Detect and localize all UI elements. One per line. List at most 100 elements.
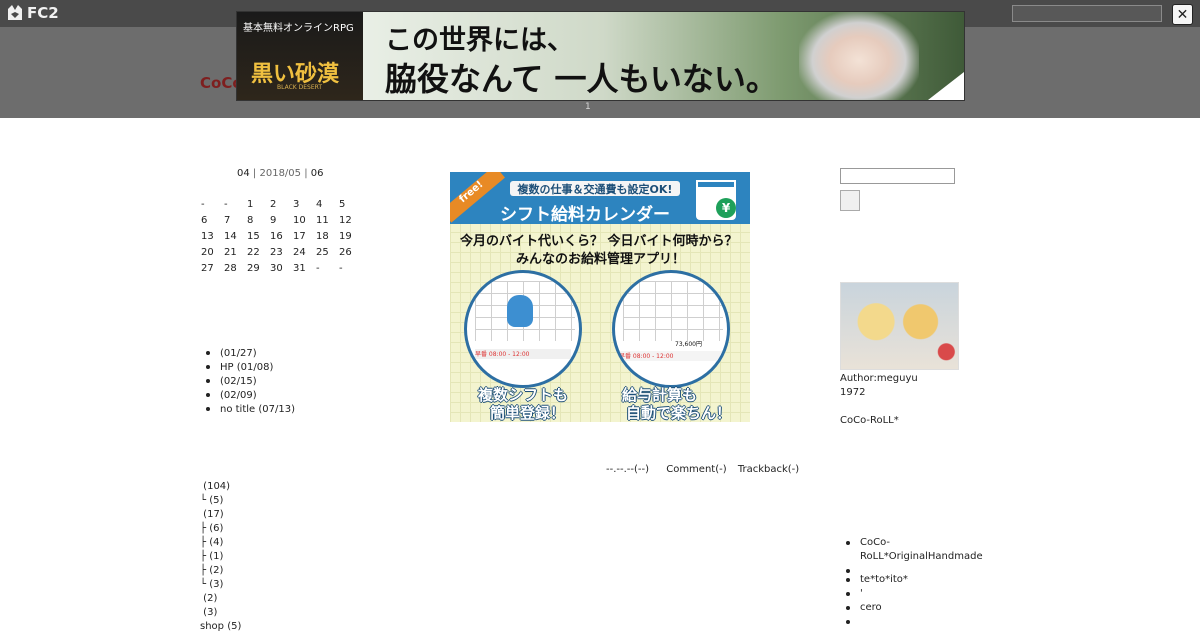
ad-title: シフト給料カレンダー xyxy=(500,205,670,225)
link-label: cero xyxy=(860,602,882,613)
recent-entry-item[interactable]: (02/15) xyxy=(206,374,295,388)
shift-bar: 早番 08:00 - 12:00 xyxy=(619,351,723,361)
category-item[interactable]: └ (5) xyxy=(200,495,241,509)
calendar-nav: 04 | 2018/05 | 06 xyxy=(237,168,324,179)
fc2-logo-text: FC2 xyxy=(27,4,59,22)
link-item[interactable]: ' xyxy=(846,587,990,601)
bullet-icon xyxy=(846,578,850,582)
free-tag: free! xyxy=(450,172,505,223)
calendar-day: 20 xyxy=(201,247,214,258)
link-item[interactable] xyxy=(846,615,990,624)
link-item[interactable]: cero xyxy=(846,601,990,615)
calendar-day: 11 xyxy=(316,215,329,226)
link-item[interactable]: te*to*ito* xyxy=(846,573,990,587)
category-item[interactable]: ├ (1) xyxy=(200,551,241,565)
calendar-day: 14 xyxy=(224,231,237,242)
calendar-day: - xyxy=(339,263,343,274)
calendar-day: 29 xyxy=(247,263,260,274)
category-item[interactable]: (104) xyxy=(200,481,241,495)
calendar-day: 7 xyxy=(224,215,231,226)
recent-entry-item[interactable]: (02/09) xyxy=(206,388,295,402)
calendar-icon: ¥ xyxy=(696,180,736,220)
calendar-week: 27 28 29 30 31- - xyxy=(201,263,362,279)
blog-search-button[interactable] xyxy=(840,190,860,211)
recent-entry-label: (02/15) xyxy=(220,375,257,387)
fc2-fox-icon xyxy=(8,5,22,20)
recent-entry-item[interactable]: no title (07/13) xyxy=(206,402,295,416)
calendar-day: 24 xyxy=(293,247,306,258)
category-item[interactable]: ├ (2) xyxy=(200,565,241,579)
calendar-day: 3 xyxy=(293,199,300,210)
calendar-day: 31 xyxy=(293,263,306,274)
bullet-icon xyxy=(206,365,210,369)
recent-entry-label: HP (01/08) xyxy=(220,361,274,373)
category-item[interactable]: (2) xyxy=(200,593,241,607)
close-icon: ✕ xyxy=(1176,6,1189,23)
calendar-current-month: 2018/05 xyxy=(259,168,302,179)
calendar-day: 26 xyxy=(339,247,352,258)
link-item[interactable]: CoCo-RoLL*OriginalHandmade xyxy=(846,536,990,564)
ad-banner[interactable]: 基本無料オンラインRPG 黒い砂漠 BLACK DESERT この世界には、 脇… xyxy=(236,11,965,101)
category-list: (104) └ (5) (17) ├ (6) ├ (4) ├ (1) ├ (2) └ (3)… xyxy=(200,481,241,635)
category-item[interactable]: ├ (6) xyxy=(200,523,241,537)
ad-feature-left-line2: 簡単登録！ xyxy=(490,404,566,422)
calendar-day: - xyxy=(316,263,320,274)
bullet-icon xyxy=(846,569,850,573)
yen-icon: ¥ xyxy=(716,198,736,218)
calendar-day: 15 xyxy=(247,231,260,242)
author-avatar xyxy=(840,282,959,370)
bullet-icon xyxy=(846,620,850,624)
author-blog-name: CoCo-RoLL* xyxy=(840,415,899,426)
calendar-day: 17 xyxy=(293,231,306,242)
ad-banner-corner-fold xyxy=(928,72,964,100)
ad-circle-calculate: 73,600円 早番 08:00 - 12:00 xyxy=(612,270,730,388)
mini-calendar-grid xyxy=(623,281,723,341)
post-meta: --.--.--(--) Comment(-) Trackback(-) xyxy=(606,464,813,475)
tap-hand-icon xyxy=(507,295,533,327)
category-item[interactable]: (3) xyxy=(200,607,241,621)
link-label xyxy=(860,564,990,573)
link-item[interactable] xyxy=(846,564,990,573)
author-profile: Author:meguyu 1972 CoCo-RoLL* xyxy=(840,372,918,428)
calendar-day: - xyxy=(201,199,205,210)
fc2-search-input[interactable] xyxy=(1012,5,1162,22)
trackback-link[interactable]: Trackback(-) xyxy=(738,464,799,475)
author-name: Author:meguyu xyxy=(840,373,918,384)
ad-banner-character-image xyxy=(799,12,919,100)
shift-calendar-ad[interactable]: free! 複数の仕事＆交通費も設定OK! シフト給料カレンダー ¥ 今月のバイ… xyxy=(450,172,750,422)
calendar-day: 23 xyxy=(270,247,283,258)
shift-bar: 早番 08:00 - 12:00 xyxy=(475,349,571,359)
post-date: --.--.--(--) xyxy=(606,464,650,475)
close-button[interactable]: ✕ xyxy=(1172,4,1193,25)
category-item[interactable]: ├ (4) xyxy=(200,537,241,551)
ad-feature-right-line2: 自動で楽ちん！ xyxy=(626,404,732,422)
salary-amount: 73,600円 xyxy=(675,341,702,348)
recent-entry-item[interactable]: (01/27) xyxy=(206,346,295,360)
category-item[interactable]: └ (3) xyxy=(200,579,241,593)
calendar-day: 2 xyxy=(270,199,277,210)
calendar-day: 28 xyxy=(224,263,237,274)
recent-entry-item[interactable]: HP (01/08) xyxy=(206,360,295,374)
calendar-day: - xyxy=(224,199,228,210)
ad-banner-tagline: 基本無料オンラインRPG xyxy=(243,23,354,34)
fc2-logo[interactable]: FC2 xyxy=(6,3,59,23)
calendar-day: 19 xyxy=(339,231,352,242)
recent-entry-label: (02/09) xyxy=(220,389,257,401)
calendar-prev-link[interactable]: 04 xyxy=(237,168,250,179)
recent-entry-label: no title (07/13) xyxy=(220,403,295,415)
calendar-day: 10 xyxy=(293,215,306,226)
category-item[interactable]: shop (5) xyxy=(200,621,241,635)
category-item[interactable]: (17) xyxy=(200,509,241,523)
calendar-next-link[interactable]: 06 xyxy=(311,168,324,179)
bullet-icon xyxy=(846,541,850,545)
blog-search-input[interactable] xyxy=(840,168,955,184)
bullet-icon xyxy=(206,407,210,411)
bullet-icon xyxy=(846,606,850,610)
comment-link[interactable]: Comment(-) xyxy=(666,464,726,475)
calendar-grid: - -1 2 3 4 5 6 7 8 9 10 11 12 13 14 15 16 17 18 19 20 21 22 23 2… xyxy=(201,199,362,279)
ad-banner-logo-panel: 基本無料オンラインRPG 黒い砂漠 BLACK DESERT xyxy=(237,12,363,100)
calendar-day: 16 xyxy=(270,231,283,242)
recent-entries-list: (01/27) HP (01/08) (02/15) (02/09) no titl… xyxy=(206,346,295,416)
links-list: CoCo-RoLL*OriginalHandmade te*to*ito* ' cer… xyxy=(846,536,990,624)
